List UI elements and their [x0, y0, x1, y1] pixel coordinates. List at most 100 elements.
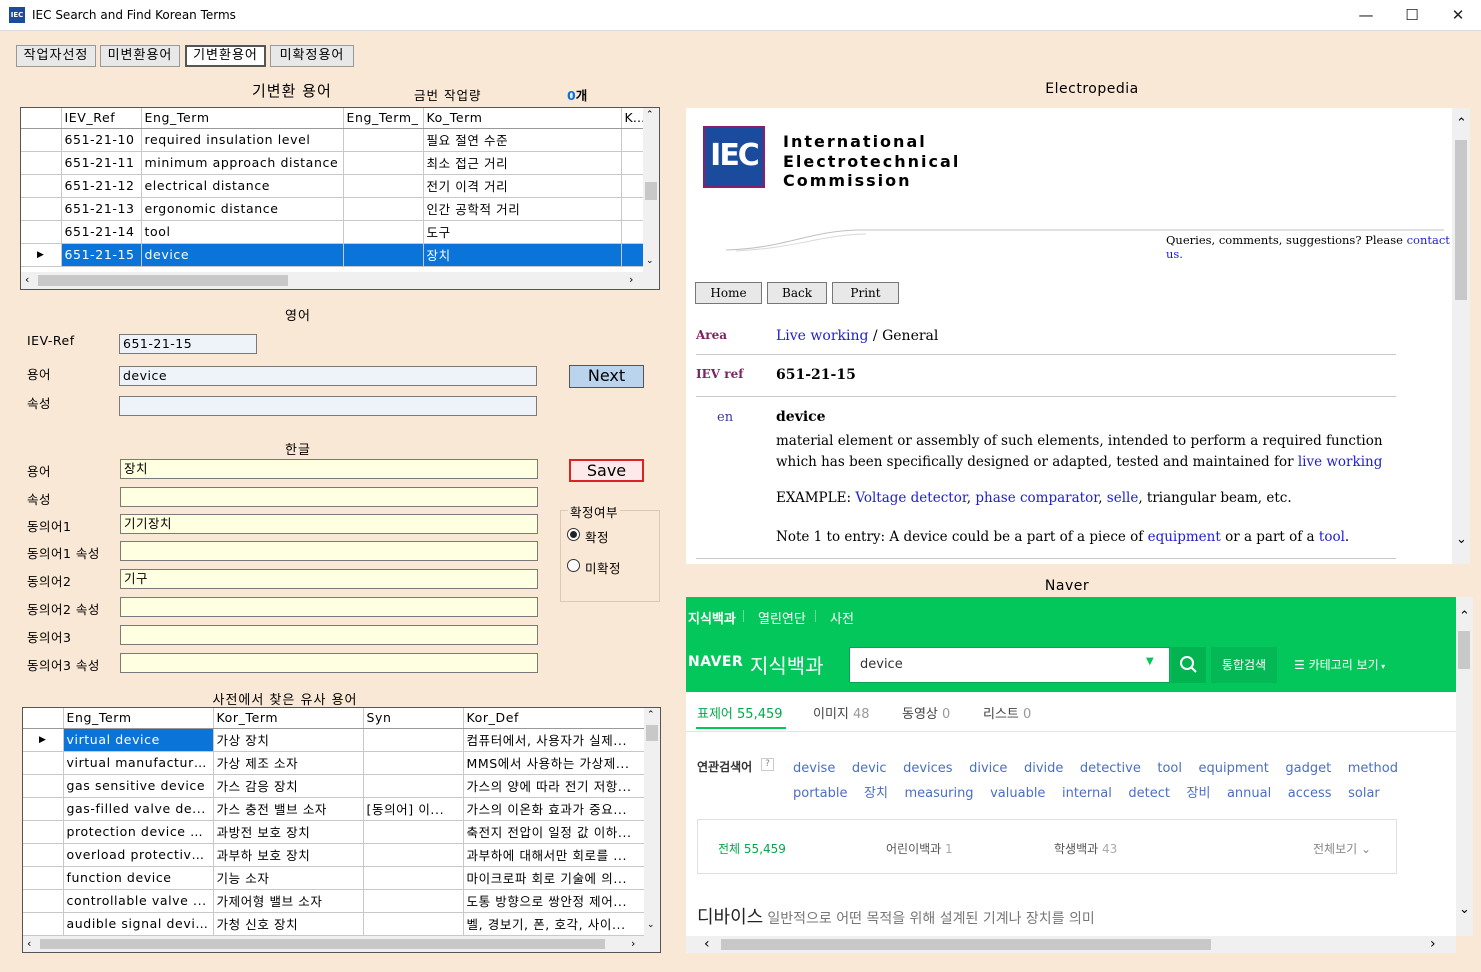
- naver-browser[interactable]: 지식백과 열린연단 사전 NAVER 지식백과 device ▼ 통합검색 ☰ …: [686, 597, 1456, 936]
- scroll-up-icon[interactable]: ⌃: [646, 110, 654, 120]
- syn3-attr-field[interactable]: [120, 653, 538, 673]
- result-item[interactable]: 디바이스 일반적으로 어떤 목적을 위해 설계된 기계나 장치를 의미: [697, 903, 1095, 929]
- cell-eng2[interactable]: [343, 220, 424, 244]
- scroll-up-icon[interactable]: ⌃: [1456, 116, 1467, 131]
- table-row-selected[interactable]: ▶ 651-21-15 device 장치: [21, 243, 644, 267]
- syn2-attr-field[interactable]: [120, 597, 538, 617]
- col-header[interactable]: Eng_Term: [141, 108, 344, 129]
- col-header[interactable]: Ko: [621, 108, 644, 129]
- cell-eng[interactable]: virtual manufacturi...: [63, 751, 214, 775]
- scroll-thumb[interactable]: [721, 939, 1211, 950]
- result-tab-headwords[interactable]: 표제어 55,459: [697, 703, 783, 722]
- cell-ref[interactable]: 651-21-10: [61, 128, 142, 152]
- cell-kor[interactable]: 가청 신호 장치: [213, 912, 364, 936]
- row-indicator-icon[interactable]: ▶: [23, 728, 64, 752]
- radio-unconfirmed-label[interactable]: 미확정: [585, 558, 621, 577]
- cell-syn[interactable]: [363, 774, 464, 798]
- result-tab-lists[interactable]: 리스트 0: [983, 703, 1031, 722]
- row-header[interactable]: [23, 820, 64, 844]
- cell-def[interactable]: 축전지 전압이 일정 값 이하...: [463, 820, 646, 844]
- cell-eng[interactable]: overload protective...: [63, 843, 214, 867]
- cell-eng[interactable]: electrical distance: [141, 174, 344, 198]
- tab-worker-select[interactable]: 작업자선정: [16, 45, 96, 67]
- ko-attr-field[interactable]: [120, 487, 538, 507]
- electropedia-browser[interactable]: IEC International Electrotechnical Commi…: [686, 108, 1470, 564]
- grid1-horizontal-scrollbar[interactable]: ‹ ›: [21, 272, 659, 289]
- cell-extra[interactable]: [621, 151, 644, 175]
- cell-kor[interactable]: 과방전 보호 장치: [213, 820, 364, 844]
- scroll-right-icon[interactable]: ›: [1430, 936, 1436, 952]
- view-all-button[interactable]: 전체보기 ⌄: [1313, 840, 1371, 857]
- col-header[interactable]: IEV_Ref: [61, 108, 142, 129]
- equipment-link[interactable]: equipment: [1148, 529, 1221, 545]
- related-keyword[interactable]: equipment: [1199, 761, 1269, 776]
- filter-all[interactable]: 전체 55,459: [718, 840, 786, 857]
- row-header[interactable]: [23, 774, 64, 798]
- scroll-thumb[interactable]: [646, 725, 658, 741]
- cell-def[interactable]: 컴퓨터에서, 사용자가 실제...: [463, 728, 646, 752]
- col-header[interactable]: Syn: [363, 708, 464, 729]
- row-header[interactable]: [21, 174, 62, 198]
- syn3-field[interactable]: [120, 625, 538, 645]
- cell-extra[interactable]: [621, 197, 644, 221]
- naver-search-button[interactable]: [1171, 647, 1206, 683]
- row-header[interactable]: [23, 912, 64, 936]
- related-keyword[interactable]: gadget: [1285, 761, 1331, 776]
- cell-eng[interactable]: gas sensitive device: [63, 774, 214, 798]
- scroll-thumb[interactable]: [1455, 140, 1467, 300]
- cell-kor[interactable]: 가상 장치: [213, 728, 364, 752]
- related-keyword[interactable]: measuring: [904, 786, 973, 801]
- cell-eng[interactable]: gas-filled valve de...: [63, 797, 214, 821]
- cell-def[interactable]: MMS에서 사용하는 가상제...: [463, 751, 646, 775]
- scroll-thumb[interactable]: [645, 182, 657, 200]
- cell-eng2[interactable]: [343, 128, 424, 152]
- next-button[interactable]: Next: [569, 365, 644, 388]
- live-working-def-link[interactable]: live working: [1298, 454, 1383, 470]
- cell-eng[interactable]: ergonomic distance: [141, 197, 344, 221]
- tool-link[interactable]: tool: [1319, 529, 1345, 545]
- electropedia-scrollbar[interactable]: ⌃ ⌄: [1452, 108, 1470, 564]
- voltage-detector-link[interactable]: Voltage detector: [855, 490, 966, 506]
- ko-term-field[interactable]: 장치: [120, 459, 538, 479]
- cell-eng[interactable]: audible signal device: [63, 912, 214, 936]
- row-header[interactable]: [21, 220, 62, 244]
- cell-ref[interactable]: 651-21-13: [61, 197, 142, 221]
- live-working-link[interactable]: Live working: [776, 328, 868, 344]
- cell-syn[interactable]: [363, 728, 464, 752]
- naver-vertical-scrollbar[interactable]: ⌃ ⌄: [1456, 597, 1473, 936]
- related-keyword[interactable]: portable: [793, 786, 847, 801]
- cell-eng[interactable]: minimum approach distance: [141, 151, 344, 175]
- integrated-search-button[interactable]: 통합검색: [1211, 647, 1277, 683]
- category-view-button[interactable]: ☰ 카테고리 보기 ▾: [1294, 656, 1385, 673]
- scroll-left-icon[interactable]: ‹: [27, 937, 31, 950]
- cell-eng2[interactable]: [343, 243, 424, 267]
- col-header[interactable]: Ko_Term: [423, 108, 622, 129]
- related-keyword[interactable]: devic: [852, 761, 887, 776]
- cell-kor[interactable]: 가스 감응 장치: [213, 774, 364, 798]
- cell-def[interactable]: 도통 방향으로 쌍안정 제어...: [463, 889, 646, 913]
- scroll-down-icon[interactable]: ⌄: [1456, 532, 1467, 547]
- home-button[interactable]: Home: [695, 282, 762, 304]
- table-row[interactable]: ▶ virtual device 가상 장치 컴퓨터에서, 사용자가 실제...: [23, 728, 646, 752]
- phase-comparator-link[interactable]: phase comparator: [975, 490, 1098, 506]
- cell-eng[interactable]: device: [141, 243, 344, 267]
- radio-confirmed-label[interactable]: 확정: [585, 527, 609, 546]
- scroll-right-icon[interactable]: ›: [631, 937, 635, 950]
- scroll-thumb[interactable]: [38, 275, 288, 286]
- cell-extra[interactable]: [621, 220, 644, 244]
- scroll-left-icon[interactable]: ‹: [25, 273, 29, 286]
- cell-syn[interactable]: [363, 889, 464, 913]
- cell-syn[interactable]: [363, 751, 464, 775]
- cell-syn[interactable]: [363, 843, 464, 867]
- table-row[interactable]: protection device a... 과방전 보호 장치 축전지 전압이 일…: [23, 820, 646, 844]
- syn1-attr-field[interactable]: [120, 541, 538, 561]
- col-header[interactable]: Kor_Def: [463, 708, 646, 729]
- cell-syn[interactable]: [363, 866, 464, 890]
- scroll-down-icon[interactable]: ⌄: [647, 920, 655, 930]
- cell-ko[interactable]: 필요 절연 수준: [423, 128, 622, 152]
- syn2-field[interactable]: 기구: [120, 569, 538, 589]
- related-keyword[interactable]: detect: [1128, 786, 1170, 801]
- cell-extra[interactable]: [621, 243, 644, 267]
- table-row[interactable]: 651-21-11 minimum approach distance 최소 접근 …: [21, 151, 644, 175]
- filter-students[interactable]: 학생백과 43: [1054, 840, 1117, 857]
